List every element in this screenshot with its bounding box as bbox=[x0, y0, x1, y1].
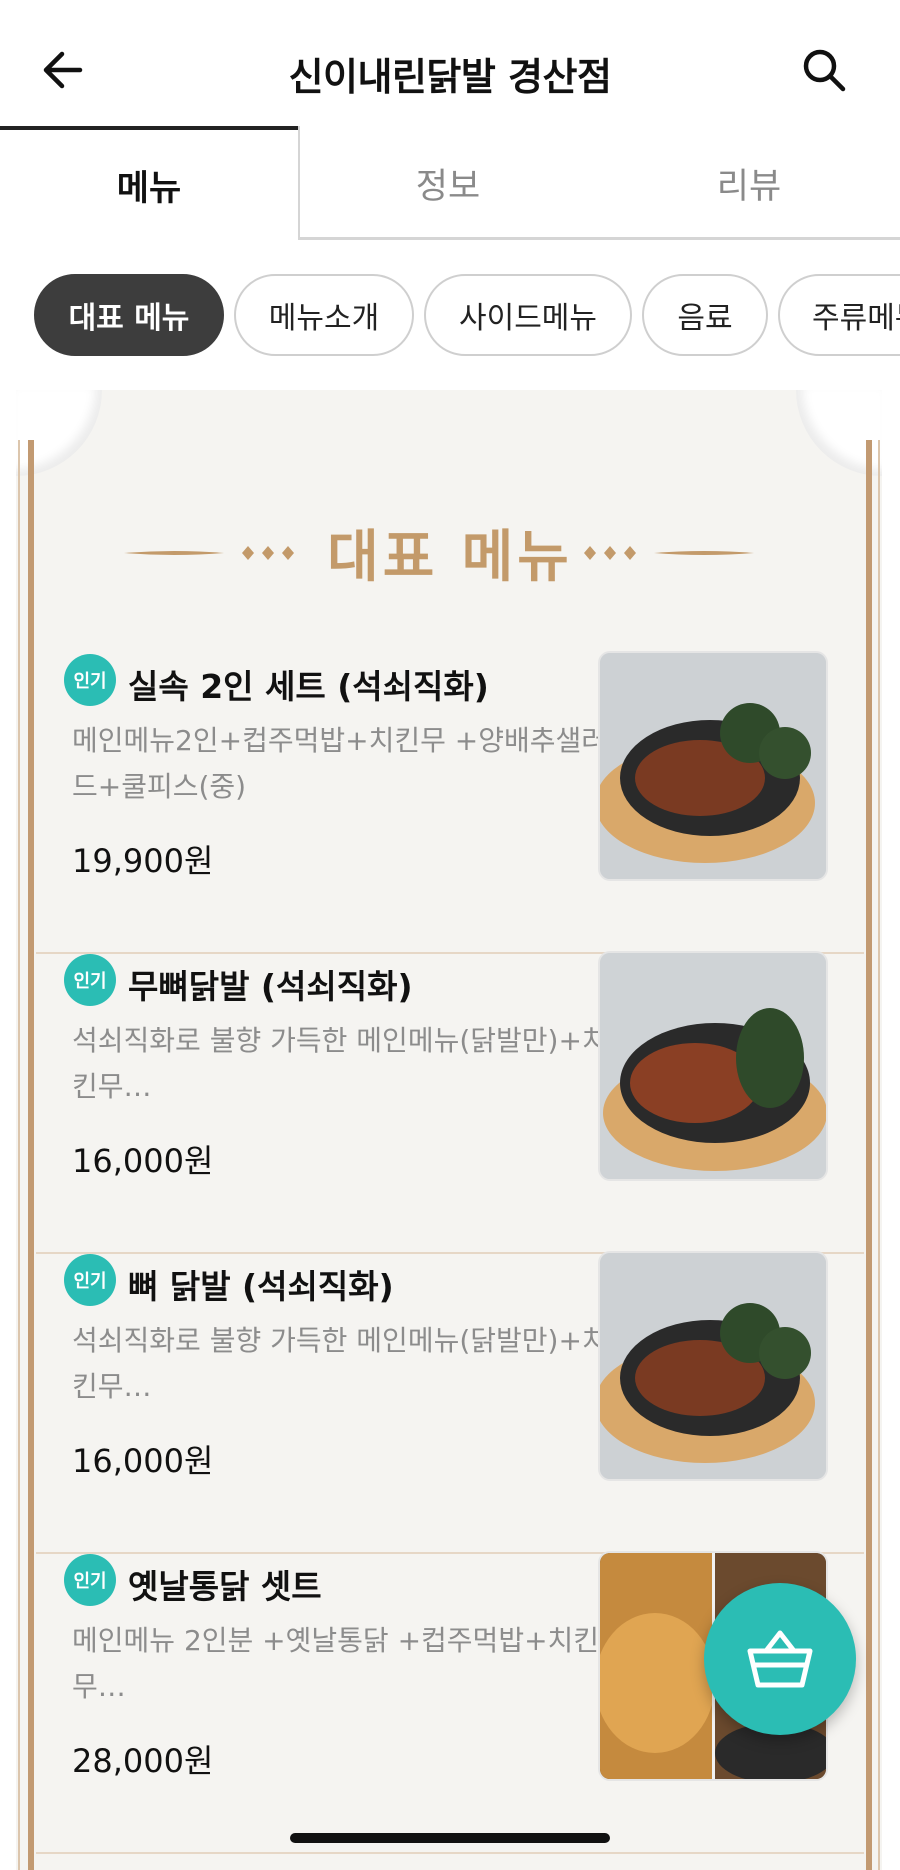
popular-badge: 인기 bbox=[64, 1554, 116, 1606]
category-chips: 대표 메뉴 메뉴소개 사이드메뉴 음료 주류메뉴 bbox=[0, 274, 900, 358]
section-title: 대표 메뉴 bbox=[327, 525, 573, 590]
frame-border-left-outer bbox=[18, 440, 20, 1870]
item-photo bbox=[598, 651, 828, 881]
app-header: 신이내린닭발 경산점 bbox=[0, 0, 900, 128]
popular-badge: 인기 bbox=[64, 654, 116, 706]
search-icon bbox=[803, 49, 846, 92]
menu-item[interactable]: 인기 실속 2인 세트 (석쇠직화) 메인메뉴2인+컵주먹밥+치킨무 +양배추샐… bbox=[36, 651, 864, 954]
item-photo bbox=[598, 1251, 828, 1481]
chip-side-menu[interactable]: 사이드메뉴 bbox=[424, 274, 632, 356]
store-title: 신이내린닭발 경산점 bbox=[288, 55, 612, 99]
item-name: 무뼈닭발 (석쇠직화) bbox=[128, 967, 413, 1006]
chip-menu-intro[interactable]: 메뉴소개 bbox=[234, 274, 414, 356]
menu-item[interactable]: 인기 뼈 닭발 (석쇠직화) 석쇠직화로 불향 가득한 메인메뉴(닭발만)+치킨… bbox=[36, 1251, 864, 1554]
frame-border-right bbox=[866, 440, 872, 1870]
item-name: 실속 2인 세트 (석쇠직화) bbox=[128, 667, 489, 706]
frame-border-right-outer bbox=[878, 440, 880, 1870]
frame-border-left bbox=[28, 440, 34, 1870]
item-name: 옛날통닭 셋트 bbox=[128, 1567, 322, 1606]
item-price: 16,000원 bbox=[72, 1142, 214, 1180]
basket-icon bbox=[747, 1630, 813, 1688]
item-price: 19,900원 bbox=[72, 842, 214, 880]
tab-info[interactable]: 정보 bbox=[298, 126, 598, 240]
tab-review[interactable]: 리뷰 bbox=[598, 126, 900, 240]
tab-bar: 메뉴 정보 리뷰 bbox=[0, 126, 900, 240]
popular-badge: 인기 bbox=[64, 1254, 116, 1306]
cart-button[interactable] bbox=[704, 1583, 856, 1735]
search-button[interactable] bbox=[798, 44, 850, 96]
item-photo bbox=[598, 951, 828, 1181]
item-description: 석쇠직화로 불향 가득한 메인메뉴(닭발만)+치킨무… bbox=[72, 1024, 608, 1103]
boneless-chicken-feet-image bbox=[600, 953, 826, 1179]
item-description: 메인메뉴2인+컵주먹밥+치킨무 +양배추샐러드+쿨피스(중) bbox=[72, 724, 608, 803]
chip-alcohol-menu[interactable]: 주류메뉴 bbox=[778, 274, 900, 356]
item-price: 16,000원 bbox=[72, 1442, 214, 1480]
chip-drinks[interactable]: 음료 bbox=[642, 274, 768, 356]
item-description: 석쇠직화로 불향 가득한 메인메뉴(닭발만)+치킨무… bbox=[72, 1324, 608, 1403]
tab-menu[interactable]: 메뉴 bbox=[0, 126, 298, 240]
item-price: 28,000원 bbox=[72, 1742, 214, 1780]
item-description: 메인메뉴 2인분 +옛날통닭 +컵주먹밥+치킨무… bbox=[72, 1624, 600, 1703]
popular-badge: 인기 bbox=[64, 954, 116, 1006]
menu-item[interactable]: 인기 무뼈닭발 (석쇠직화) 석쇠직화로 불향 가득한 메인메뉴(닭발만)+치킨… bbox=[36, 951, 864, 1254]
item-name: 뼈 닭발 (석쇠직화) bbox=[128, 1267, 394, 1306]
chicken-feet-dish-image bbox=[600, 653, 826, 879]
bone-chicken-feet-image bbox=[600, 1253, 826, 1479]
home-indicator bbox=[290, 1833, 610, 1843]
chip-signature-menu[interactable]: 대표 메뉴 bbox=[34, 274, 224, 356]
ornament-right-icon bbox=[584, 546, 754, 560]
